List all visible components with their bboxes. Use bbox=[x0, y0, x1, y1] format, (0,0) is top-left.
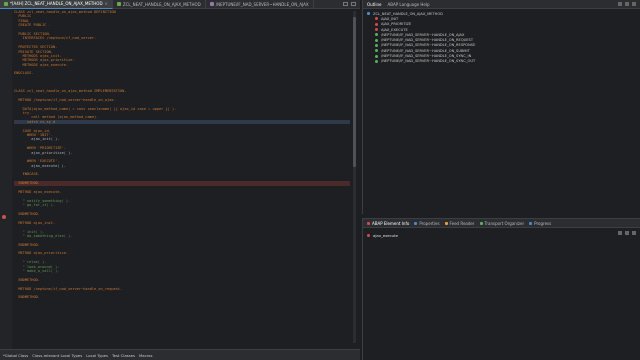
public-method-icon bbox=[375, 33, 378, 37]
menu-icon[interactable] bbox=[632, 231, 636, 235]
outline-item-label: /NEPTUNE/IF_NAD_SERVER~HANDLE_ON_AJAX bbox=[381, 32, 465, 37]
code-line[interactable]: ENDMETHOD. bbox=[14, 295, 350, 299]
class-icon bbox=[116, 2, 121, 6]
interface-icon bbox=[209, 2, 214, 6]
outline-item-label: AJAX_PRIORITIZE bbox=[381, 22, 412, 27]
tab-local-types[interactable]: Local Types bbox=[86, 353, 108, 358]
tab-zcl-neat-handle-on-ajax-method-a4h[interactable]: *[A4H] ZCL_NEAT_HANDLE_ON_AJAX_METHOD × bbox=[0, 0, 113, 9]
progress-icon bbox=[529, 221, 533, 225]
tab-handle-on-ajax[interactable]: /NEPTUNE/IF_NAD_SERVER~HANDLE_ON_AJAX bbox=[206, 0, 314, 9]
element-info-content: ajax_execute bbox=[363, 228, 640, 243]
element-info-panel: ABAP Element Info Properties Feed Reader… bbox=[362, 218, 640, 360]
element-panel-tabs: ABAP Element Info Properties Feed Reader… bbox=[363, 219, 640, 228]
class-icon bbox=[367, 12, 370, 16]
outline-panel: Outline ABAP Language Help ZCL_NEAT_HAND… bbox=[362, 0, 640, 214]
outline-item-label: /NEPTUNE/IF_NAD_SERVER~HANDLE_ON_SYNC_OU… bbox=[381, 59, 476, 64]
public-method-icon bbox=[375, 59, 378, 63]
editor-gutter bbox=[0, 9, 12, 349]
editor-bottom-tabs: *Global Class Class-relevant Local Types… bbox=[0, 349, 360, 360]
tab-progress[interactable]: Progress bbox=[529, 221, 551, 226]
element-panel-toolbar bbox=[618, 231, 636, 235]
class-icon bbox=[4, 1, 8, 6]
tab-label: ZCL_NEAT_HANDLE_ON_AJAX_METHOD bbox=[122, 1, 201, 7]
tab-global-class[interactable]: *Global Class bbox=[3, 353, 28, 358]
tab-transport-organizer[interactable]: Transport Organizer bbox=[479, 221, 524, 226]
vertical-scrollbar[interactable] bbox=[353, 11, 356, 343]
code-editor[interactable]: CLASS zcl_neat_handle_on_ajax_method DEF… bbox=[0, 9, 360, 349]
tab-test-classes[interactable]: Test Classes bbox=[112, 353, 135, 358]
info-icon bbox=[367, 221, 370, 225]
tab-properties[interactable]: Properties bbox=[414, 221, 440, 226]
outline-item-label: AJAX_INIT bbox=[381, 16, 399, 21]
element-name: ajax_execute bbox=[373, 233, 398, 238]
tab-label: /NEPTUNE/IF_NAD_SERVER~HANDLE_ON_AJAX bbox=[215, 1, 309, 7]
back-icon[interactable] bbox=[618, 231, 622, 235]
error-marker-icon[interactable] bbox=[2, 215, 6, 219]
public-method-icon bbox=[375, 38, 378, 42]
method-icon bbox=[367, 234, 370, 237]
outline-panel-tabs: Outline ABAP Language Help bbox=[363, 0, 640, 9]
editor-window-controls bbox=[343, 2, 356, 6]
tab-outline[interactable]: Outline bbox=[367, 2, 381, 7]
outline-root-label: ZCL_NEAT_HANDLE_ON_AJAX_METHOD bbox=[373, 11, 443, 16]
collapse-icon[interactable] bbox=[618, 2, 622, 6]
private-method-icon bbox=[375, 28, 378, 32]
properties-icon bbox=[414, 221, 418, 225]
tab-class-relevant-local-types[interactable]: Class-relevant Local Types bbox=[32, 353, 82, 358]
editor-tab-bar: *[A4H] ZCL_NEAT_HANDLE_ON_AJAX_METHOD × … bbox=[0, 0, 360, 9]
filter-icon[interactable] bbox=[625, 2, 629, 6]
tab-macros[interactable]: Macros bbox=[139, 353, 152, 358]
outline-item-label: AJAX_EXECUTE bbox=[381, 27, 408, 32]
outline-item-label: /NEPTUNE/IF_NAD_SERVER~HANDLE_ON_SYNC_IN bbox=[381, 54, 472, 59]
scrollbar-thumb[interactable] bbox=[353, 17, 356, 167]
outline-item-label: /NEPTUNE/IF_NAD_SERVER~HANDLE_ON_REQUEST bbox=[381, 38, 474, 43]
tab-label: *[A4H] ZCL_NEAT_HANDLE_ON_AJAX_METHOD bbox=[10, 1, 103, 6]
private-method-icon bbox=[375, 17, 378, 21]
outline-tree: ZCL_NEAT_HANDLE_ON_AJAX_METHOD AJAX_INIT… bbox=[363, 9, 640, 66]
public-method-icon bbox=[375, 49, 378, 53]
outline-item[interactable]: /NEPTUNE/IF_NAD_SERVER~HANDLE_ON_SYNC_OU… bbox=[367, 59, 636, 64]
tab-abap-element-info[interactable]: ABAP Element Info bbox=[367, 221, 409, 226]
transport-icon bbox=[479, 221, 483, 225]
minimize-icon[interactable] bbox=[343, 2, 348, 6]
menu-icon[interactable] bbox=[632, 2, 636, 6]
close-icon[interactable]: × bbox=[105, 1, 108, 6]
feed-icon bbox=[444, 221, 448, 225]
code-area[interactable]: CLASS zcl_neat_handle_on_ajax_method DEF… bbox=[14, 10, 350, 300]
tab-zcl-neat-handle-on-ajax-method[interactable]: ZCL_NEAT_HANDLE_ON_AJAX_METHOD bbox=[113, 0, 206, 9]
outline-toolbar bbox=[618, 2, 636, 6]
forward-icon[interactable] bbox=[625, 231, 629, 235]
tab-abap-language-help[interactable]: ABAP Language Help bbox=[387, 2, 429, 7]
tab-feed-reader[interactable]: Feed Reader bbox=[444, 221, 475, 226]
outline-item-label: /NEPTUNE/IF_NAD_SERVER~HANDLE_ON_RESPONS… bbox=[381, 43, 476, 48]
outline-item-label: /NEPTUNE/IF_NAD_SERVER~HANDLE_ON_SUBMIT bbox=[381, 48, 470, 53]
maximize-icon[interactable] bbox=[351, 2, 356, 6]
private-method-icon bbox=[375, 22, 378, 26]
public-method-icon bbox=[375, 54, 378, 58]
public-method-icon bbox=[375, 43, 378, 47]
outline-children: AJAX_INIT AJAX_PRIORITIZE AJAX_EXECUTE/NEP… bbox=[367, 16, 636, 64]
